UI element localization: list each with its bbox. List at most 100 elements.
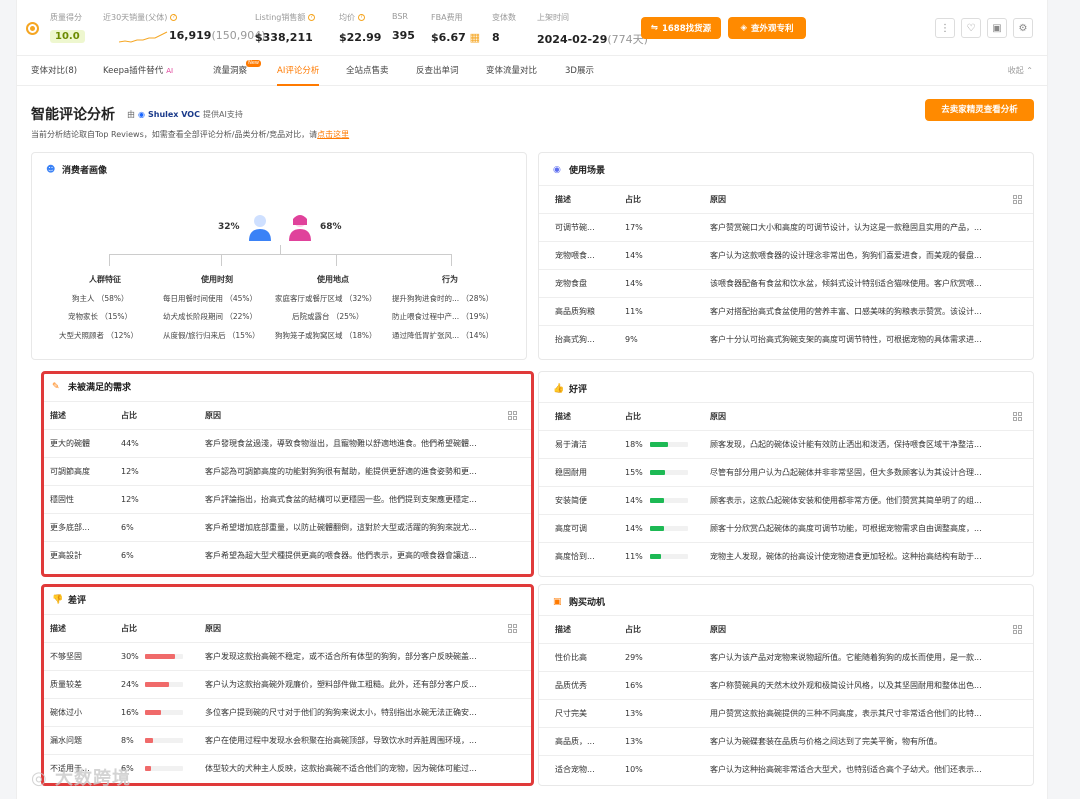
row-desc: 安装简便 (555, 496, 587, 505)
help-icon[interactable]: ? (308, 14, 316, 21)
row-ratio: 14% (625, 496, 643, 505)
ratio-bar-fill (650, 498, 664, 503)
metric-avg-price-value: $22.99 (339, 31, 382, 44)
tab-label: 变体对比(8) (31, 66, 78, 76)
table-row: 尺寸完美 13% 用户赞赏这款抬高碗提供的三种不同高度，表示其尺寸非常适合他们的比特… (539, 699, 1033, 727)
metric-listing-sales-label: Listing销售额 (255, 13, 306, 22)
metric-avg-price-label: 均价 (339, 13, 355, 22)
row-reason: 客户认为这款喂食器的设计理念非常出色，狗狗们喜爱进食，而美观的餐盘... (710, 251, 982, 260)
thumbs-up-icon: 👍 (553, 383, 565, 394)
scenes-table: 描述 占比 原因 可调节碗... 17% 客户赞赏碗口大小和高度的可调节设计，认为这… (539, 185, 1033, 353)
tab-sitewide-sales[interactable]: 全站点售卖 (346, 56, 389, 86)
click-here-link[interactable]: 点击这里 (317, 130, 349, 139)
collapse-label: 收起 (1007, 66, 1024, 75)
header-reason: 原因 (710, 412, 726, 421)
row-desc: 高度恰到... (555, 552, 595, 561)
usage-scenes-card: ◉ 使用场景 描述 占比 原因 可调节碗... 17% 客户赞赏碗口大小和高度的可调节… (538, 152, 1034, 360)
tab-label: 反查出单词 (416, 66, 459, 76)
metric-bsr: BSR 395 (392, 12, 415, 42)
male-avatar-icon (249, 215, 271, 241)
powered-by: 由 ◉ Shulex VOC 提供AI支持 (127, 109, 243, 120)
check-patent-button[interactable]: ◈ 查外观专利 (728, 17, 806, 39)
behavior-item: 通过降低胃扩张风... （14%） (392, 331, 494, 340)
ratio-bar (145, 654, 183, 659)
chevron-up-icon: ⌃ (1026, 66, 1033, 75)
favorite-heart-icon[interactable]: ♡ (961, 18, 981, 38)
row-reason: 客户赞赏碗口大小和高度的可调节设计，认为这是一款稳固且实用的产品，... (710, 223, 982, 232)
row-desc: 更高設計 (50, 551, 82, 560)
more-options-icon[interactable]: ⋮ (935, 18, 955, 38)
tree-connector (221, 254, 222, 266)
grid-view-icon[interactable] (1013, 412, 1022, 421)
users-icon: ☻ (46, 164, 56, 175)
row-reason: 用户赞赏这款抬高碗提供的三种不同高度，表示其尺寸非常适合他们的比特... (710, 709, 982, 718)
row-reason: 客户对搭配抬高式食盆使用的营养丰富、口感美味的狗粮表示赞赏。该设计... (710, 307, 982, 316)
header-desc: 描述 (50, 624, 66, 633)
header-ratio: 占比 (121, 624, 137, 633)
table-row: 可调节碗... 17% 客户赞赏碗口大小和高度的可调节设计，认为这是一款稳固且实用的… (539, 213, 1033, 241)
row-ratio: 12% (121, 495, 139, 504)
row-desc: 高品质，... (555, 737, 595, 746)
settings-gear-icon[interactable]: ⚙ (1013, 18, 1033, 38)
row-ratio: 24% (121, 680, 139, 689)
ratio-bar-fill (145, 682, 169, 687)
row-ratio: 12% (121, 467, 139, 476)
help-icon[interactable]: ? (358, 14, 365, 21)
ratio-bar-fill (650, 526, 664, 531)
table-row: 高度可调 14% 顾客十分欣赏凸起碗体的高度可调节功能，可根据宠物需求自由调整高度，… (539, 514, 1033, 542)
find-source-1688-button[interactable]: ⇋ 1688找货源 (641, 17, 721, 39)
behavior-item: 提升狗狗进食时的... （28%） (392, 294, 494, 303)
row-reason: 多位客户提到碗的尺寸对于他们的狗狗来说太小，特别指出水碗无法正确安... (205, 708, 477, 717)
row-desc: 穩固性 (50, 495, 74, 504)
header-ratio: 占比 (625, 412, 641, 421)
row-ratio: 15% (625, 468, 643, 477)
metric-launch-date: 2024-02-29 (537, 33, 608, 46)
calculator-icon[interactable]: ▦ (470, 31, 480, 44)
grid-view-icon[interactable] (508, 411, 517, 420)
location-item: 狗狗笼子或狗窝区域 （18%） (275, 331, 377, 340)
find-source-1688-label: 1688找货源 (661, 24, 712, 34)
tree-connector (336, 254, 337, 266)
row-desc: 高度可调 (555, 524, 587, 533)
seller-analysis-button[interactable]: 去卖家精灵查看分析 (925, 99, 1034, 121)
negative-reviews-card: 👎 差评 描述 占比 原因 不够坚固 30% 客户发现这款抬高碗不稳定，或不适合所有体… (41, 584, 534, 786)
row-ratio: 29% (625, 653, 643, 662)
row-ratio: 16% (625, 681, 643, 690)
tree-connector (109, 254, 451, 255)
tab-keepa[interactable]: Keepa插件替代 AI (103, 56, 173, 86)
row-desc: 宠物食盘 (555, 279, 587, 288)
header-reason: 原因 (205, 411, 221, 420)
ai-badge: AI (166, 67, 174, 75)
column-head-location: 使用地点 (317, 275, 349, 284)
grid-view-icon[interactable] (1013, 625, 1022, 634)
header-desc: 描述 (555, 195, 571, 204)
ratio-bar (145, 766, 183, 771)
tab-3d-view[interactable]: 3D展示 (565, 56, 594, 86)
export-icon[interactable]: ▣ (987, 18, 1007, 38)
row-desc: 漏水问题 (50, 736, 82, 745)
header-desc: 描述 (555, 625, 571, 634)
brand-logo-icon (26, 22, 39, 35)
grid-view-icon[interactable] (1013, 195, 1022, 204)
tab-ai-review-analysis[interactable]: AI评论分析 (277, 56, 320, 86)
tab-variant-traffic[interactable]: 变体流量对比 (486, 56, 537, 86)
tab-reverse-keywords[interactable]: 反查出单词 (416, 56, 459, 86)
header-ratio: 占比 (625, 625, 641, 634)
metric-fba-label: FBA费用 (431, 13, 463, 22)
column-head-moment: 使用时刻 (201, 275, 233, 284)
row-ratio: 8% (121, 736, 134, 745)
row-desc: 质量较差 (50, 680, 82, 689)
tree-connector (109, 254, 110, 266)
tab-traffic-insight[interactable]: 流量洞察 New (213, 56, 262, 86)
powered-by-brand: Shulex VOC (147, 110, 200, 119)
row-ratio: 11% (625, 307, 643, 316)
collapse-toggle[interactable]: 收起 ⌃ (1008, 56, 1033, 86)
table-row: 性价比高 29% 客户认为该产品对宠物来说物超所值。它能随着狗狗的成长而使用，是一款… (539, 643, 1033, 671)
grid-view-icon[interactable] (508, 624, 517, 633)
tab-variant-compare[interactable]: 变体对比(8) (31, 56, 77, 86)
metric-listing-sales-value: $338,211 (255, 31, 313, 44)
female-avatar-icon (289, 215, 311, 241)
row-reason: 客户称赞碗具的天然木纹外观和极简设计风格，以及其坚固耐用和整体出色... (710, 681, 982, 690)
moment-item: 每日用餐时间使用 （45%） (163, 294, 258, 303)
header-reason: 原因 (710, 625, 726, 634)
